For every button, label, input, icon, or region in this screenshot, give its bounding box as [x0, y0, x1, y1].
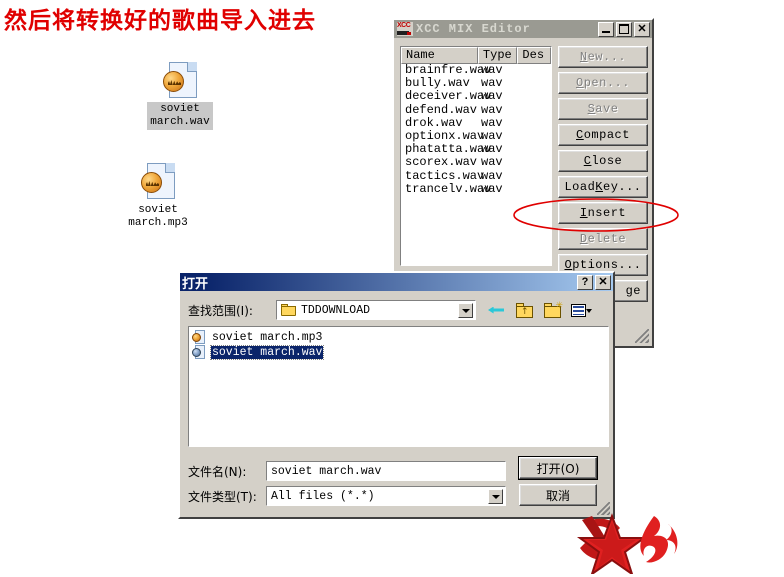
mix-file-name: tactics.wav [405, 168, 485, 183]
mix-file-type: wav [481, 102, 503, 117]
maximize-icon[interactable] [616, 21, 632, 37]
mix-list-row[interactable]: trancelv.wav wav [401, 181, 551, 196]
mix-file-type: wav [481, 181, 503, 196]
back-icon[interactable] [486, 301, 507, 320]
open-dialog-title: 打开 [182, 276, 209, 292]
mix-file-list[interactable]: Name Type Des brainfre.wav wav bully.wav wa… [400, 46, 552, 266]
open-button[interactable]: 打开(O) [518, 456, 598, 480]
open-file-dialog: 打开 ? ✕ 查找范围(I): TDDOWNLOAD ↑ ✳ soviet ma… [178, 271, 615, 519]
compact-button[interactable]: Compact [558, 124, 648, 146]
mix-file-name: deceiver.wav [405, 89, 492, 104]
column-header-name[interactable]: Name [401, 47, 478, 64]
icon-label-line2: march.mp3 [128, 217, 188, 229]
desktop-icon-label: soviet march.mp3 [125, 203, 190, 231]
file-type-combo[interactable]: All files (*.*) [266, 486, 506, 506]
mix-file-name: trancelv.wav [405, 181, 492, 196]
mix-file-type: wav [481, 155, 503, 170]
dialog-file-name: soviet march.wav [209, 344, 325, 360]
mix-file-name: defend.wav [405, 102, 478, 117]
xcc-app-icon: XCC [397, 22, 413, 36]
look-in-row: 查找范围(I): TDDOWNLOAD ↑ ✳ [188, 299, 608, 321]
loadkey-button[interactable]: Load Key... [558, 176, 648, 198]
chevron-down-icon[interactable] [458, 303, 473, 318]
save-button: Save [558, 98, 648, 120]
mix-file-name: scorex.wav [405, 155, 478, 170]
dialog-file-list[interactable]: soviet march.mp3 soviet march.wav [188, 326, 609, 447]
file-type-label: 文件类型(T): [188, 489, 257, 504]
mix-list-row[interactable]: tactics.wav wav [401, 168, 551, 183]
wav-file-icon [163, 62, 197, 100]
file-type-value: All files (*.*) [271, 489, 375, 503]
folder-icon [281, 304, 296, 316]
look-in-label: 查找范围(I): [188, 303, 253, 318]
mix-file-type: wav [481, 168, 503, 183]
cancel-button[interactable]: 取消 [519, 484, 597, 506]
open-dialog-titlebar[interactable]: 打开 ? ✕ [180, 273, 613, 292]
mix-file-type: wav [481, 89, 503, 104]
close-icon[interactable]: ✕ [595, 274, 611, 290]
close-button[interactable]: Close [558, 150, 648, 172]
mix-list-row[interactable]: defend.wav wav [401, 102, 551, 117]
delete-button: Delete [558, 228, 648, 250]
dialog-file-name: soviet march.mp3 [212, 330, 323, 344]
column-header-description[interactable]: Des [517, 47, 551, 64]
file-name-label: 文件名(N): [188, 464, 247, 479]
look-in-combo[interactable]: TDDOWNLOAD [276, 300, 476, 320]
icon-label-line1: soviet [160, 103, 200, 115]
icon-label-line1: soviet [138, 204, 178, 216]
new-button: New... [558, 46, 648, 68]
open-button: Open... [558, 72, 648, 94]
minimize-icon[interactable] [598, 21, 614, 37]
red-star-hammer-sickle-logo [576, 513, 678, 574]
new-folder-icon[interactable]: ✳ [542, 300, 563, 320]
mp3-file-icon [141, 163, 175, 201]
desktop-icon-label: soviet march.wav [147, 102, 213, 130]
up-folder-icon[interactable]: ↑ [514, 301, 535, 320]
column-header-type[interactable]: Type [477, 47, 518, 64]
chevron-down-icon[interactable] [488, 489, 503, 504]
icon-label-line2: march.wav [150, 116, 210, 128]
file-name-input[interactable]: soviet march.wav [266, 461, 506, 481]
wav-file-icon [192, 345, 206, 359]
dialog-file-item[interactable]: soviet march.wav [192, 344, 325, 360]
mix-list-row[interactable]: deceiver.wav wav [401, 90, 551, 103]
mix-list-header: Name Type Des [401, 47, 551, 64]
mix-editor-titlebar[interactable]: XCC XCC MIX Editor ✕ [394, 20, 652, 38]
mix-list-rows: brainfre.wav wav bully.wav wav deceiver.wav w… [401, 63, 551, 196]
resize-grip[interactable] [635, 329, 649, 343]
dialog-file-item[interactable]: soviet march.mp3 [192, 330, 323, 344]
look-in-value: TDDOWNLOAD [301, 303, 371, 317]
help-icon[interactable]: ? [577, 274, 593, 290]
desktop-icon-wav[interactable]: soviet march.wav [128, 62, 232, 130]
close-icon[interactable]: ✕ [634, 21, 650, 37]
desktop-icon-mp3[interactable]: soviet march.mp3 [106, 163, 210, 231]
mix-button-column: New... Open... Save Compact Close Load Key...… [558, 46, 648, 306]
insert-button[interactable]: Insert [558, 202, 648, 224]
views-icon[interactable] [570, 301, 592, 320]
annotation-text: 然后将转换好的歌曲导入进去 [4, 8, 316, 34]
mix-editor-title: XCC MIX Editor [416, 22, 531, 36]
mp3-file-icon [192, 330, 206, 344]
mix-list-row[interactable]: scorex.wav wav [401, 156, 551, 169]
